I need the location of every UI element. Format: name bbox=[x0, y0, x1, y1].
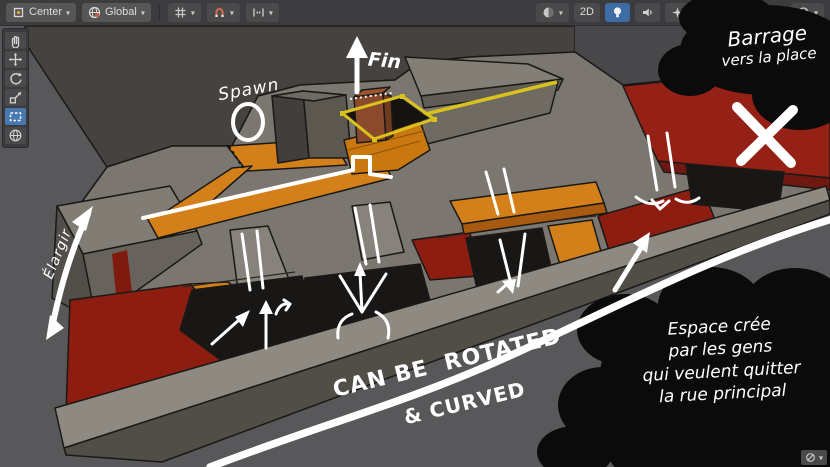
2d-label: 2D bbox=[580, 3, 594, 22]
pivot-icon bbox=[12, 6, 25, 19]
hand-tool-button[interactable] bbox=[5, 32, 26, 49]
2d-toggle-button[interactable]: 2D bbox=[574, 3, 600, 22]
rect-tool-icon bbox=[8, 109, 23, 124]
scene-toolbar: Center ▾ Global ▾ ▾ ▾ bbox=[0, 0, 830, 26]
effects-toggle-button[interactable] bbox=[665, 3, 690, 22]
gizmos-menu-button[interactable]: ▾ bbox=[791, 3, 824, 22]
chevron-down-icon: ▾ bbox=[814, 4, 818, 23]
tool-strip bbox=[2, 28, 29, 148]
pivot-mode-button[interactable]: Center ▾ bbox=[6, 3, 76, 22]
audio-toggle-button[interactable] bbox=[635, 3, 660, 22]
globe-icon bbox=[88, 6, 101, 19]
transform-icon bbox=[8, 128, 23, 143]
scene-view-window: Center ▾ Global ▾ ▾ ▾ bbox=[0, 0, 830, 467]
scale-icon bbox=[8, 90, 23, 105]
toolbar-right-group: ▾ 2D bbox=[536, 3, 824, 22]
rotate-icon bbox=[8, 71, 23, 86]
move-tool-button[interactable] bbox=[5, 51, 26, 68]
shading-mode-button[interactable]: ▾ bbox=[536, 3, 569, 22]
speaker-icon bbox=[641, 6, 654, 19]
move-icon bbox=[8, 52, 23, 67]
toolbar-separator bbox=[159, 5, 160, 21]
sparkle-icon bbox=[671, 6, 684, 19]
rect-tool-button[interactable] bbox=[5, 108, 26, 125]
snap-toggle-button[interactable]: ▾ bbox=[207, 3, 240, 22]
chevron-down-icon: ▾ bbox=[269, 4, 273, 23]
space-mode-label: Global bbox=[105, 3, 137, 22]
snap-increment-icon bbox=[252, 6, 265, 19]
shaded-sphere-icon bbox=[542, 6, 555, 19]
pivot-mode-label: Center bbox=[29, 3, 62, 22]
chevron-down-icon: ▾ bbox=[191, 4, 195, 23]
rotate-tool-button[interactable] bbox=[5, 70, 26, 87]
chevron-down-icon: ▾ bbox=[66, 4, 70, 23]
chevron-down-icon: ▾ bbox=[819, 454, 823, 463]
grid-visibility-button[interactable]: ▾ bbox=[168, 3, 201, 22]
space-mode-button[interactable]: Global ▾ bbox=[82, 3, 151, 22]
snap-increment-button[interactable]: ▾ bbox=[246, 3, 279, 22]
transform-tool-button[interactable] bbox=[5, 127, 26, 144]
lighting-toggle-button[interactable] bbox=[605, 3, 630, 22]
gizmo-visibility-icon bbox=[805, 452, 816, 463]
chevron-down-icon: ▾ bbox=[559, 4, 563, 23]
scale-tool-button[interactable] bbox=[5, 89, 26, 106]
light-bulb-icon bbox=[611, 6, 624, 19]
gizmo-visibility-icon bbox=[797, 6, 810, 19]
camera-overlay-button[interactable]: ▾ bbox=[801, 450, 827, 465]
chevron-down-icon: ▾ bbox=[230, 4, 234, 23]
chevron-down-icon: ▾ bbox=[141, 4, 145, 23]
magnet-icon bbox=[213, 6, 226, 19]
hand-icon bbox=[8, 33, 23, 48]
grid-icon bbox=[174, 6, 187, 19]
scene-canvas[interactable] bbox=[0, 0, 830, 467]
